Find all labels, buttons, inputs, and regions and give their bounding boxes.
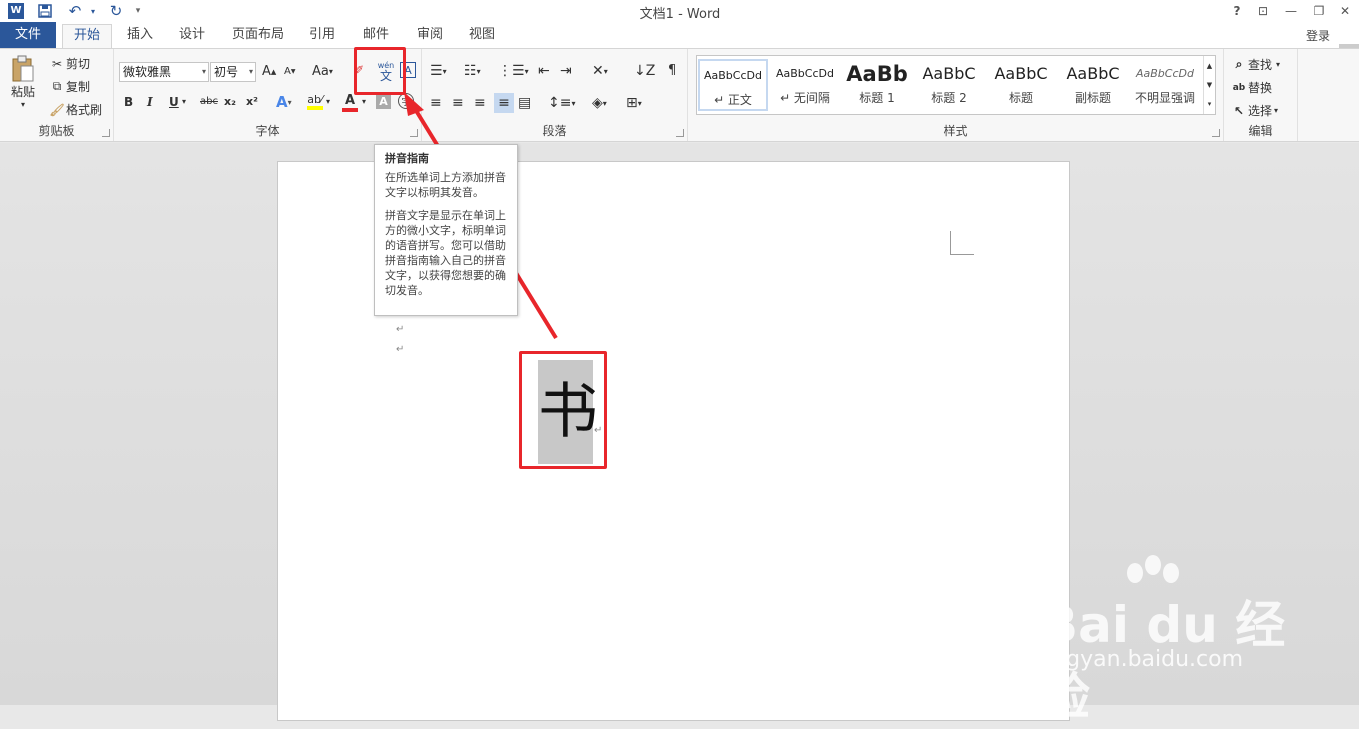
tooltip-title: 拼音指南 — [385, 152, 429, 165]
tooltip-paragraph: 在所选单词上方添加拼音文字以标明其发音。 — [385, 171, 506, 199]
watermark-url: jingyan.baidu.com — [1040, 647, 1244, 672]
tooltip-paragraph: 拼音文字是显示在单词上方的微小文字，标明单词的语音拼写。您可以借助拼音指南输入自… — [385, 209, 506, 297]
phonetic-guide-tooltip: 拼音指南 在所选单词上方添加拼音文字以标明其发音。 拼音文字是显示在单词上方的微… — [374, 144, 518, 316]
baidu-watermark: Bai du 经验 jingyan.baidu.com — [1040, 555, 1300, 726]
